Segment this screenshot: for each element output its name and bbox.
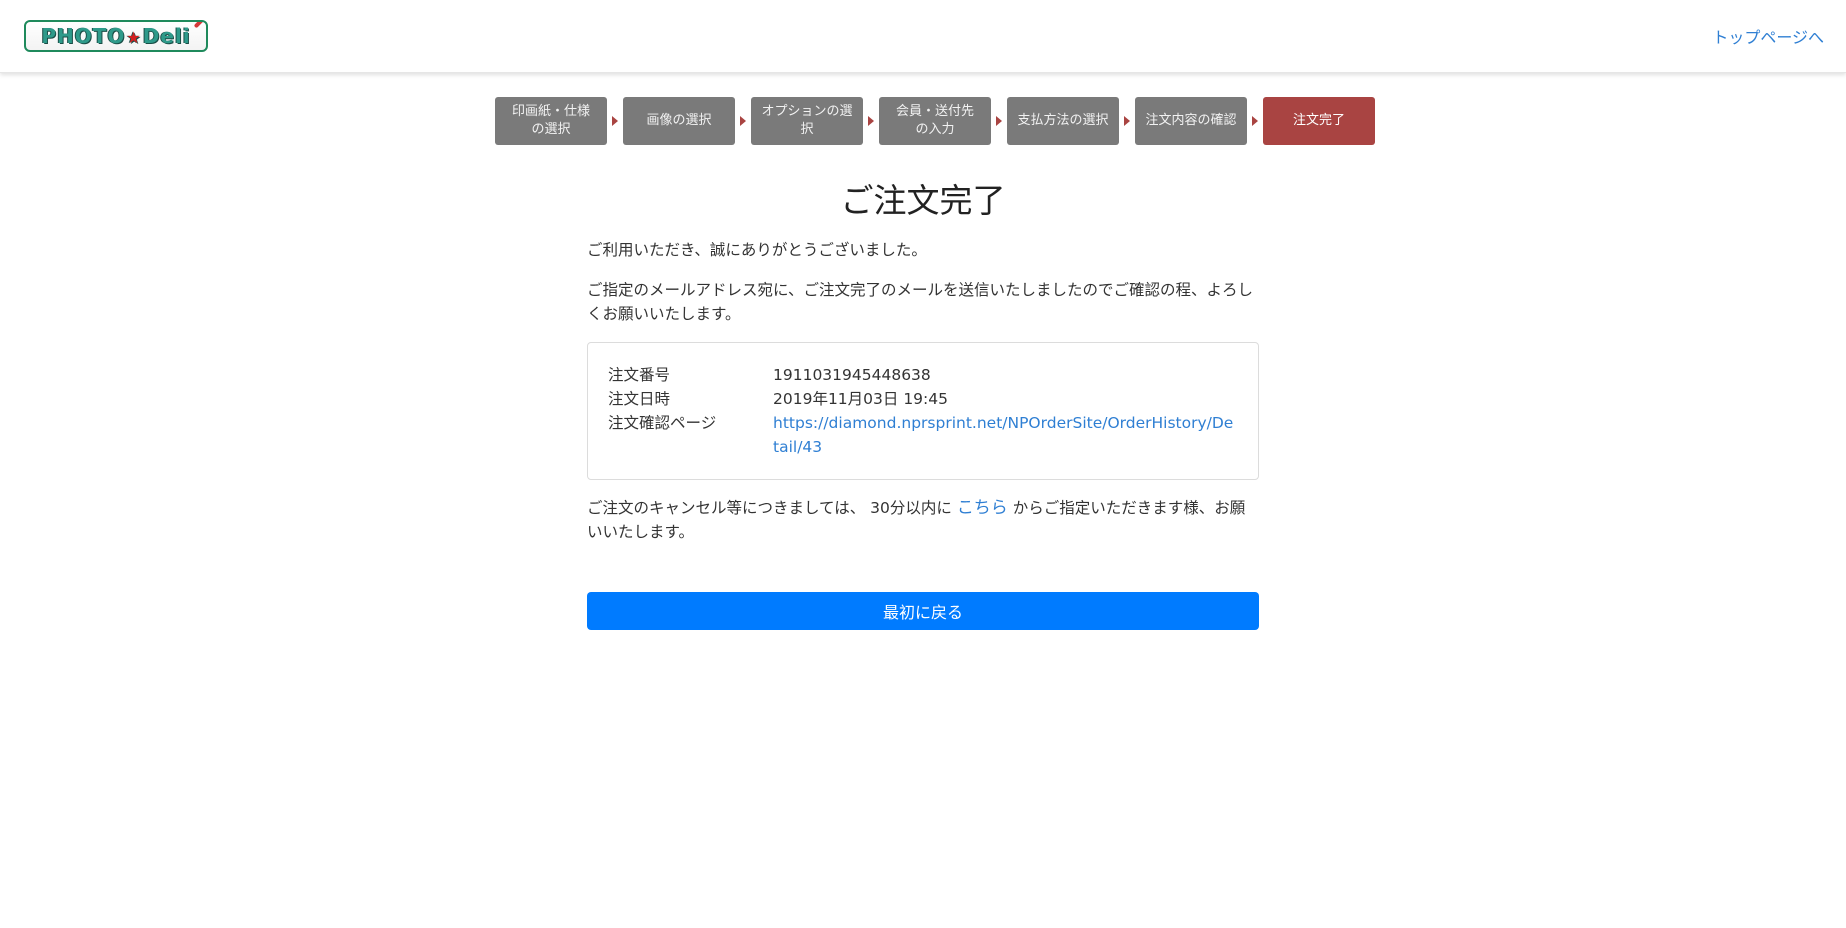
- cancel-notice-prefix: ご注文のキャンセル等につきましては、 30分以内に: [587, 499, 957, 517]
- step-arrow-icon: [996, 116, 1002, 126]
- photo-deli-logo[interactable]: PHOTO★Deli: [24, 20, 208, 52]
- pen-icon: [193, 22, 206, 29]
- step-paper-spec: 印画紙・仕様 の選択: [495, 97, 607, 145]
- order-datetime-label: 注文日時: [608, 390, 671, 408]
- step-arrow-icon: [1124, 116, 1130, 126]
- main-content: ご利用いただき、誠にありがとうございました。 ご指定のメールアドレス宛に、ご注文…: [587, 238, 1259, 630]
- cancel-notice: ご注文のキャンセル等につきましては、 30分以内に こちら からご指定いただきま…: [587, 496, 1259, 544]
- cancel-here-link[interactable]: こちら: [957, 498, 1008, 518]
- order-datetime-row: 注文日時 2019年11月03日 19:45: [608, 387, 1238, 411]
- step-order-complete: 注文完了: [1263, 97, 1375, 145]
- order-number-value: 1911031945448638: [773, 366, 931, 384]
- logo-text: PHOTO★Deli: [41, 24, 191, 48]
- step-member-address: 会員・送付先 の入力: [879, 97, 991, 145]
- step-payment: 支払方法の選択: [1007, 97, 1119, 145]
- progress-steps: 印画紙・仕様 の選択 画像の選択 オプションの選 択 会員・送付先 の入力 支払…: [495, 97, 1375, 145]
- star-icon: ★: [126, 28, 142, 47]
- page-title: ご注文完了: [840, 181, 1006, 220]
- order-number-label: 注文番号: [608, 366, 671, 384]
- email-notice: ご指定のメールアドレス宛に、ご注文完了のメールを送信いたしましたのでご確認の程、…: [587, 281, 1254, 323]
- order-page-label: 注文確認ページ: [608, 414, 717, 432]
- thanks-message: ご利用いただき、誠にありがとうございました。: [587, 241, 927, 259]
- order-datetime-value: 2019年11月03日 19:45: [773, 390, 948, 408]
- order-number-row: 注文番号 1911031945448638: [608, 363, 1238, 387]
- order-page-row: 注文確認ページ https://diamond.nprsprint.net/NP…: [608, 411, 1238, 459]
- step-order-confirm: 注文内容の確認: [1135, 97, 1247, 145]
- back-to-start-button[interactable]: 最初に戻る: [587, 592, 1259, 630]
- header: PHOTO★Deli トップページへ: [0, 0, 1846, 73]
- step-image-select: 画像の選択: [623, 97, 735, 145]
- step-option-select: オプションの選 択: [751, 97, 863, 145]
- order-history-link[interactable]: https://diamond.nprsprint.net/NPOrderSit…: [773, 414, 1233, 456]
- top-page-link[interactable]: トップページへ: [1712, 24, 1824, 48]
- step-arrow-icon: [740, 116, 746, 126]
- order-page-value: https://diamond.nprsprint.net/NPOrderSit…: [773, 411, 1238, 459]
- step-arrow-icon: [1252, 116, 1258, 126]
- order-info-box: 注文番号 1911031945448638 注文日時 2019年11月03日 1…: [587, 342, 1259, 480]
- step-arrow-icon: [868, 116, 874, 126]
- step-arrow-icon: [612, 116, 618, 126]
